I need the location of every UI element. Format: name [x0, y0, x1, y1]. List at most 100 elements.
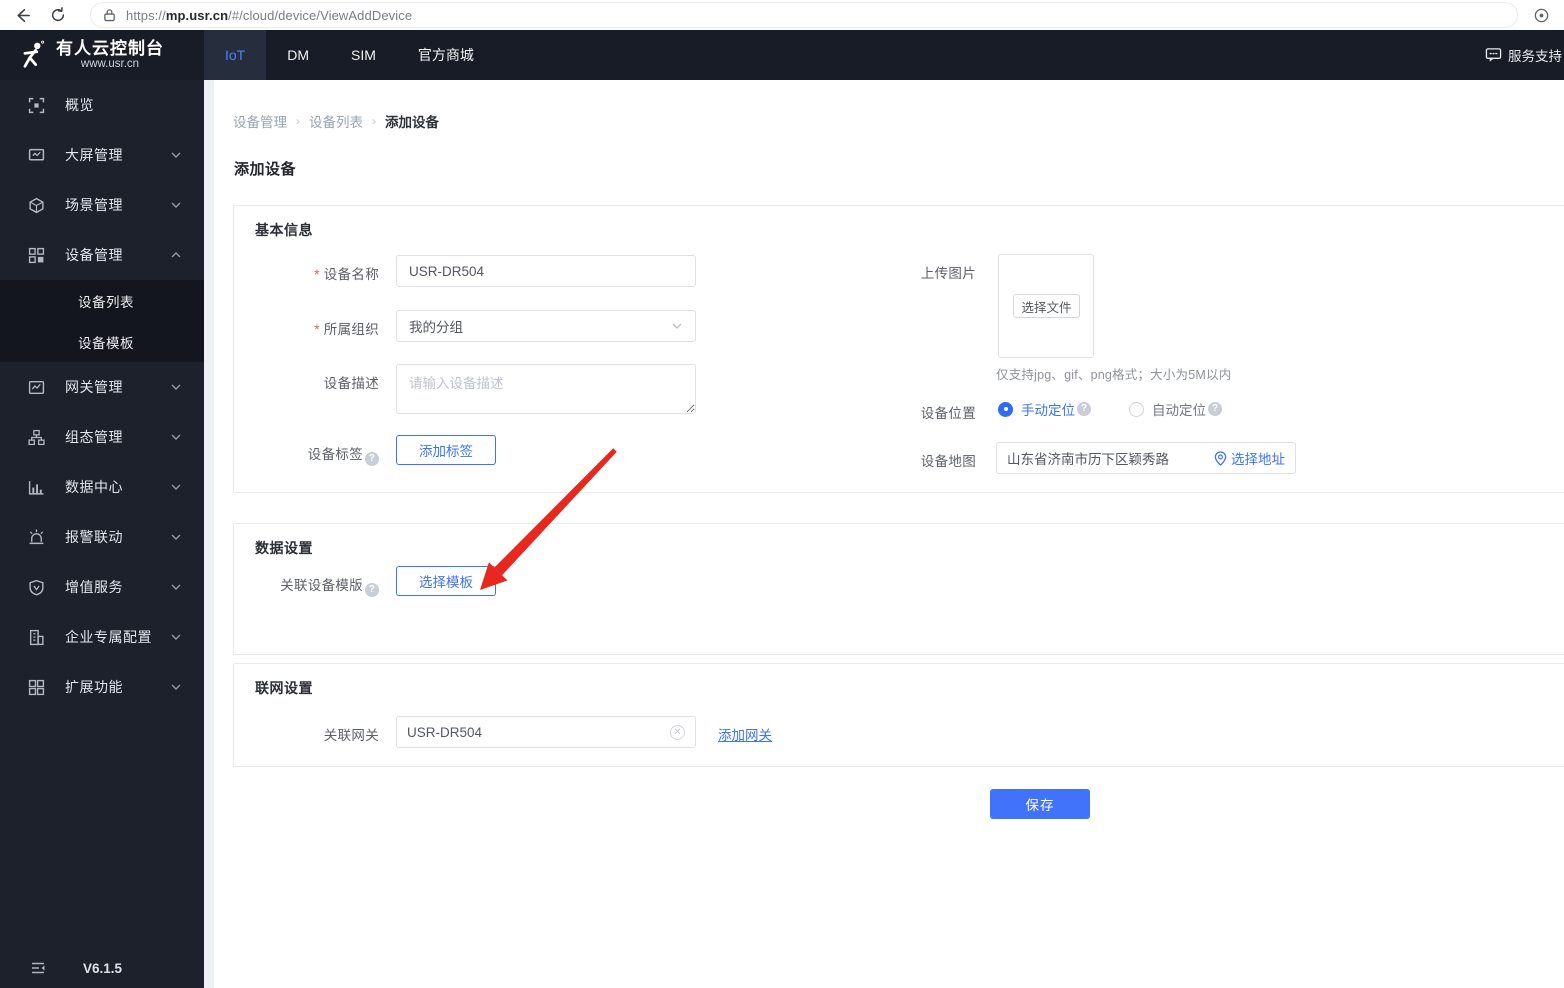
- select-address-link[interactable]: 选择地址: [1214, 448, 1285, 468]
- location-pin-icon: [1214, 450, 1227, 466]
- chevron-down-icon: [171, 584, 181, 590]
- usr-logo-icon: [23, 40, 45, 68]
- sidebar-item-alarm-linkage[interactable]: 报警联动: [0, 512, 204, 562]
- chevron-down-icon: [171, 152, 181, 158]
- upload-image-label: 上传图片: [920, 266, 976, 281]
- help-icon[interactable]: ?: [365, 452, 379, 466]
- browser-back-button[interactable]: [8, 2, 36, 28]
- device-template-label: 关联设备模版?: [219, 574, 379, 597]
- org-tree-icon: [28, 429, 45, 445]
- sidebar-item-gateway-management[interactable]: 网关管理: [0, 362, 204, 412]
- chevron-down-icon: [171, 434, 181, 440]
- auto-location-radio[interactable]: [1129, 401, 1144, 417]
- upload-hint-text: 仅支持jpg、gif、png格式；大小为5M以内: [996, 368, 1232, 382]
- device-map-value: 山东省济南市历下区颖秀路: [1007, 452, 1169, 467]
- add-gateway-link[interactable]: 添加网关: [718, 724, 772, 744]
- data-settings-card: 数据设置 关联设备模版? 选择模板: [233, 523, 1564, 655]
- gateway-input[interactable]: USR-DR504 ✕: [396, 716, 696, 748]
- breadcrumb-device-list[interactable]: 设备列表: [309, 111, 363, 131]
- service-support-label: 服务支持: [1508, 49, 1562, 64]
- alarm-icon: [29, 528, 44, 544]
- device-location-label: 设备位置: [920, 406, 976, 421]
- device-tag-label: 设备标签?: [219, 443, 379, 466]
- add-tag-button[interactable]: 添加标签: [396, 435, 496, 465]
- organization-select[interactable]: 我的分组: [396, 310, 696, 342]
- sidebar-item-device-management[interactable]: 设备管理: [0, 230, 204, 280]
- product-tabs: IoT DM SIM 官方商城: [204, 30, 495, 80]
- breadcrumb-separator: ›: [296, 114, 300, 128]
- sidebar-item-scene-management[interactable]: 场景管理: [0, 180, 204, 230]
- manual-location-radio[interactable]: [998, 401, 1013, 417]
- auto-location-option[interactable]: 自动定位: [1152, 399, 1206, 419]
- device-map-input[interactable]: 山东省济南市历下区颖秀路 选择地址: [996, 442, 1296, 474]
- sidebar-subitem-device-template[interactable]: 设备模板: [0, 321, 204, 362]
- apps-grid-icon: [28, 679, 45, 695]
- device-name-input[interactable]: [396, 255, 696, 287]
- gateway-value: USR-DR504: [407, 724, 483, 740]
- sidebar-subitem-device-list[interactable]: 设备列表: [0, 280, 204, 321]
- tab-official-mall[interactable]: 官方商城: [397, 30, 495, 80]
- save-button[interactable]: 保存: [990, 789, 1090, 819]
- chevron-down-icon: [171, 484, 181, 490]
- sidebar-item-data-center[interactable]: 数据中心: [0, 462, 204, 512]
- target-circle-icon: [1534, 8, 1548, 22]
- location-radio-group: 手动定位 ? 自动定位 ?: [998, 399, 1222, 419]
- help-icon[interactable]: ?: [1208, 402, 1222, 416]
- tab-dm[interactable]: DM: [266, 30, 330, 80]
- content-left-gutter: [204, 80, 214, 988]
- usr-cloud-console-page: https://mp.usr.cn/#/cloud/device/ViewAdd…: [0, 0, 1564, 988]
- help-icon[interactable]: ?: [365, 583, 379, 597]
- device-management-submenu: 设备列表 设备模板: [0, 280, 204, 362]
- upload-image-dropzone[interactable]: 选择文件: [998, 254, 1094, 358]
- device-management-icon: [28, 247, 45, 263]
- device-name-label: 设备名称: [234, 263, 379, 283]
- chevron-down-icon: [171, 684, 181, 690]
- manual-location-option[interactable]: 手动定位: [1021, 399, 1075, 419]
- browser-refresh-button[interactable]: [44, 2, 72, 28]
- tab-sim[interactable]: SIM: [330, 30, 397, 80]
- screen-icon: [28, 148, 45, 160]
- overview-icon: [28, 97, 45, 113]
- data-settings-section-title: 数据设置: [255, 540, 313, 556]
- chevron-down-icon: [672, 323, 682, 329]
- breadcrumb-device-management[interactable]: 设备管理: [233, 111, 287, 131]
- device-description-textarea[interactable]: [396, 364, 696, 414]
- chevron-up-icon: [171, 252, 181, 258]
- shield-icon: [29, 579, 44, 595]
- refresh-icon: [51, 7, 65, 22]
- page-title: 添加设备: [234, 161, 297, 178]
- bar-chart-icon: [28, 480, 44, 495]
- sidebar-item-enterprise-config[interactable]: 企业专属配置: [0, 612, 204, 662]
- gateway-icon: [28, 380, 45, 394]
- lock-icon: [104, 9, 115, 22]
- service-support-button[interactable]: 服务支持: [1485, 45, 1564, 65]
- sidebar-footer: V6.1.5: [0, 948, 204, 988]
- chevron-down-icon: [171, 202, 181, 208]
- chat-icon: [1485, 48, 1502, 62]
- device-map-label: 设备地图: [920, 454, 976, 469]
- chevron-down-icon: [171, 534, 181, 540]
- back-arrow-icon: [16, 8, 30, 22]
- sidebar-item-configuration-management[interactable]: 组态管理: [0, 412, 204, 462]
- version-label: V6.1.5: [83, 960, 123, 976]
- browser-bar: https://mp.usr.cn/#/cloud/device/ViewAdd…: [0, 0, 1564, 30]
- tab-iot[interactable]: IoT: [204, 30, 267, 80]
- building-icon: [29, 629, 44, 645]
- collapse-sidebar-icon[interactable]: [30, 961, 46, 975]
- select-template-button[interactable]: 选择模板: [396, 566, 496, 596]
- address-bar[interactable]: https://mp.usr.cn/#/cloud/device/ViewAdd…: [90, 2, 1518, 28]
- sidebar-item-extended-functions[interactable]: 扩展功能: [0, 662, 204, 712]
- network-settings-card: 联网设置 关联网关 USR-DR504 ✕ 添加网关: [233, 663, 1564, 767]
- url-text: https://mp.usr.cn/#/cloud/device/ViewAdd…: [126, 7, 413, 23]
- sidebar-item-screen-management[interactable]: 大屏管理: [0, 130, 204, 180]
- clear-icon[interactable]: ✕: [670, 724, 685, 740]
- brand-logo[interactable]: 有人云控制台 www.usr.cn: [0, 30, 204, 80]
- choose-file-button[interactable]: 选择文件: [1013, 294, 1080, 318]
- device-description-label: 设备描述: [323, 376, 379, 391]
- scene-cube-icon: [29, 197, 44, 213]
- browser-site-info-button[interactable]: [1518, 7, 1564, 24]
- breadcrumb: 设备管理 › 设备列表 › 添加设备: [233, 111, 439, 131]
- help-icon[interactable]: ?: [1077, 402, 1091, 416]
- sidebar-item-overview[interactable]: 概览: [0, 80, 204, 130]
- sidebar-item-value-added-services[interactable]: 增值服务: [0, 562, 204, 612]
